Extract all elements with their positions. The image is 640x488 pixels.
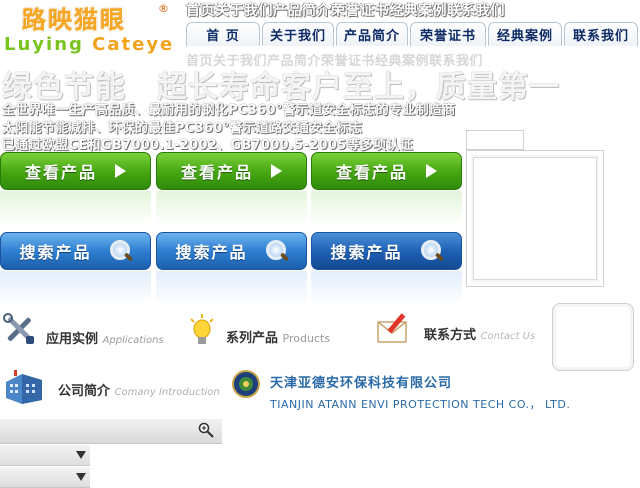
arrow-right-icon <box>271 164 282 178</box>
section-company-intro-en: Comany Introduction <box>114 387 220 398</box>
zoom-icon[interactable] <box>198 422 214 438</box>
dropdown-1[interactable] <box>0 445 90 466</box>
view-products-label: 查看产品 <box>335 163 408 182</box>
section-contact[interactable]: 联系方式 Contact Us <box>424 324 535 343</box>
section-applications-en: Applications <box>102 335 164 346</box>
view-products-label: 查看产品 <box>180 163 253 182</box>
tab-contact[interactable]: 联系我们 <box>564 22 638 46</box>
section-products[interactable]: 系列产品 Products <box>226 327 330 346</box>
registered-mark: ® <box>158 2 169 15</box>
button-reflection <box>0 191 151 225</box>
bulb-icon <box>190 314 214 344</box>
small-input-box[interactable] <box>466 130 524 150</box>
tools-icon <box>3 313 34 344</box>
image-frame <box>466 150 604 287</box>
magnifier-icon <box>420 240 444 262</box>
company-name-cn: 天津亚德安环保科技有限公司 <box>270 376 453 391</box>
magnifier-icon <box>109 240 133 262</box>
contact-card <box>552 303 634 371</box>
arrow-right-icon <box>115 164 126 178</box>
logo-english-part1: Luying <box>4 34 93 55</box>
arrow-right-icon <box>426 164 437 178</box>
search-products-label: 搜索产品 <box>175 243 248 262</box>
chevron-down-icon <box>76 451 86 459</box>
tab-honors[interactable]: 荣誉证书 <box>410 22 486 46</box>
pen-icon <box>377 313 407 343</box>
section-company-intro-label: 公司简介 <box>58 384 111 399</box>
view-products-button-2[interactable]: 查看产品 <box>156 152 307 190</box>
top-nav-text: 首页关于我们产品简介荣誉证书经典案例联系我们 <box>186 3 505 19</box>
search-bar[interactable] <box>0 419 222 444</box>
section-contact-label: 联系方式 <box>424 328 477 343</box>
button-reflection <box>311 191 462 225</box>
company-name-en: TIANJIN ATANN ENVI PROTECTION TECH CO.， … <box>270 398 571 411</box>
view-products-button-3[interactable]: 查看产品 <box>311 152 462 190</box>
tab-about[interactable]: 关于我们 <box>262 22 334 46</box>
image-frame-inner <box>473 157 597 280</box>
description-line-3: 已通过欧盟CE和GB7000.1-2002、GB7000.5-2005等多项认证 <box>2 138 414 153</box>
tab-cases[interactable]: 经典案例 <box>488 22 562 46</box>
chevron-down-icon <box>76 473 86 481</box>
view-products-label: 查看产品 <box>24 163 97 182</box>
section-products-en: Products <box>282 332 331 345</box>
section-applications-label: 应用实例 <box>46 332 99 347</box>
search-products-button-1[interactable]: 搜索产品 <box>0 232 151 270</box>
search-products-button-2[interactable]: 搜索产品 <box>156 232 307 270</box>
search-products-button-3[interactable]: 搜索产品 <box>311 232 462 270</box>
tab-home[interactable]: 首 页 <box>186 22 260 46</box>
search-products-label: 搜索产品 <box>19 243 92 262</box>
logo-english-part2: Cateye <box>92 34 175 55</box>
logo-english: Luying Cateye <box>4 34 174 55</box>
view-products-button-1[interactable]: 查看产品 <box>0 152 151 190</box>
section-contact-en: Contact Us <box>480 331 536 342</box>
section-products-label: 系列产品 <box>226 331 279 346</box>
building-icon <box>6 370 42 404</box>
magnifier-icon <box>265 240 289 262</box>
button-reflection <box>311 271 462 305</box>
search-products-label: 搜索产品 <box>330 243 403 262</box>
section-company-intro[interactable]: 公司简介 Comany Introduction <box>58 380 220 399</box>
logo-chinese: 路映猫眼 <box>22 5 126 34</box>
company-badge-icon <box>232 370 260 398</box>
tab-products[interactable]: 产品简介 <box>336 22 408 46</box>
button-reflection <box>156 271 307 305</box>
description-line-1: 全世界唯一生产高品质、最耐用的钢化PC360°警示道安全标志的专业制造商 <box>2 103 456 118</box>
main-nav: 首 页 关于我们 产品简介 荣誉证书 经典案例 联系我们 <box>186 22 640 46</box>
section-applications[interactable]: 应用实例 Applications <box>46 328 164 347</box>
dropdown-2[interactable] <box>0 467 90 488</box>
button-reflection <box>156 191 307 225</box>
button-reflection <box>0 271 151 305</box>
